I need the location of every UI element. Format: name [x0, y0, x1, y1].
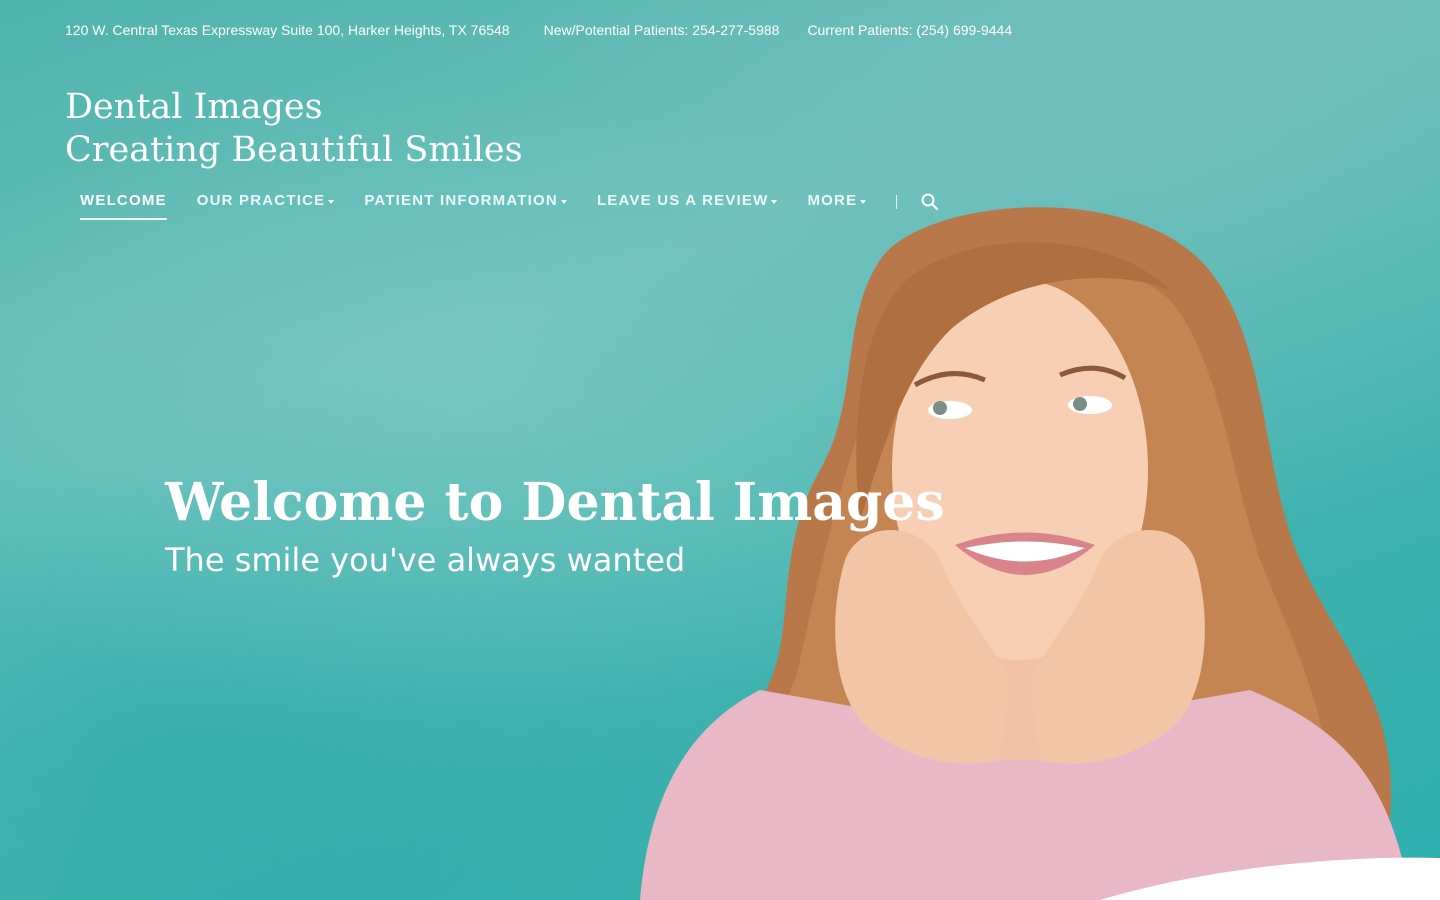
- new-patients-phone-link[interactable]: New/Potential Patients: 254-277-5988: [544, 22, 780, 40]
- brand-name: Dental Images: [65, 87, 323, 127]
- bottom-wave-divider: [1100, 857, 1440, 900]
- contact-bar: 120 W. Central Texas Expressway Suite 10…: [65, 22, 1012, 40]
- main-navigation: WELCOME OUR PRACTICE PATIENT INFORMATION…: [80, 192, 939, 222]
- address-text: 120 W. Central Texas Expressway Suite 10…: [65, 22, 510, 38]
- nav-divider: [896, 195, 898, 209]
- nav-item-leave-us-a-review[interactable]: LEAVE US A REVIEW: [597, 192, 778, 209]
- caret-down-icon: [860, 200, 867, 204]
- current-patients-phone-link[interactable]: Current Patients: (254) 699-9444: [807, 22, 1012, 40]
- hero-subtitle: The smile you've always wanted: [165, 541, 686, 579]
- hero-title: Welcome to Dental Images: [165, 472, 945, 533]
- caret-down-icon: [560, 200, 567, 204]
- brand-tagline: Creating Beautiful Smiles: [65, 130, 523, 170]
- site-logo-link[interactable]: Dental Images Creating Beautiful Smiles: [65, 86, 523, 172]
- caret-down-icon: [328, 200, 335, 204]
- nav-item-our-practice[interactable]: OUR PRACTICE: [197, 192, 335, 209]
- hero-content: Welcome to Dental Images The smile you'v…: [165, 472, 945, 582]
- nav-item-patient-information[interactable]: PATIENT INFORMATION: [364, 192, 567, 209]
- nav-item-more[interactable]: MORE: [807, 192, 867, 209]
- search-icon[interactable]: [921, 193, 939, 211]
- nav-item-welcome[interactable]: WELCOME: [80, 192, 167, 220]
- caret-down-icon: [771, 200, 778, 204]
